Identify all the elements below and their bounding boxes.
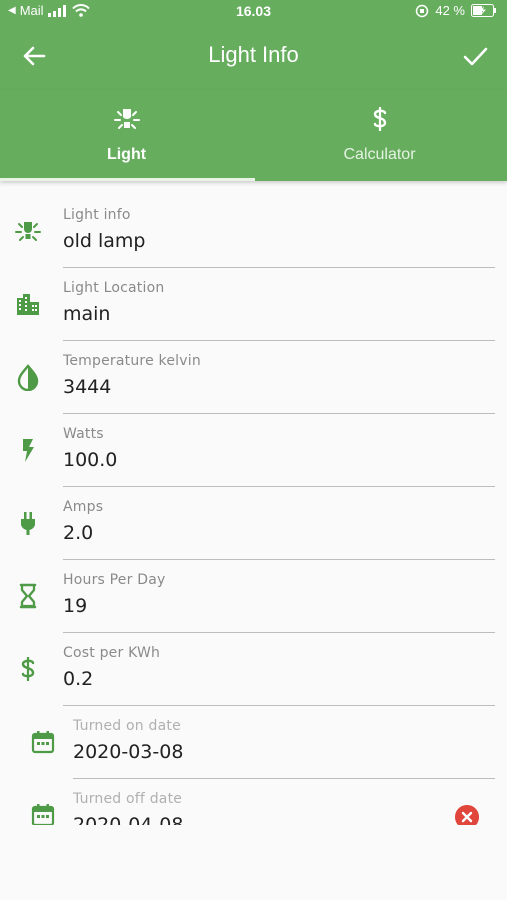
contrast-icon — [17, 364, 39, 391]
battery-icon — [471, 4, 496, 17]
plug-icon — [21, 512, 35, 535]
flash-icon — [23, 439, 34, 462]
light-form: Light info old lamp Light Location main … — [0, 195, 507, 825]
light-info-field[interactable]: Light info old lamp — [0, 195, 507, 268]
dollar-icon — [373, 107, 386, 131]
light-info-value[interactable]: old lamp — [63, 230, 146, 252]
status-bar: ◀ Mail 16.03 42 % — [0, 0, 507, 22]
light-location-label: Light Location — [63, 280, 165, 296]
cost-per-kwh-label: Cost per KWh — [63, 645, 161, 661]
tab-calculator-label: Calculator — [343, 146, 416, 163]
turned-off-date-field[interactable]: Turned off date 2020-04-08 — [0, 779, 507, 825]
save-check-icon[interactable] — [459, 40, 491, 72]
tab-light[interactable]: Light — [0, 90, 253, 181]
cost-per-kwh-value[interactable]: 0.2 — [63, 668, 93, 690]
turned-off-date-label: Turned off date — [73, 791, 183, 807]
app-bar: Light Info — [0, 22, 507, 90]
hourglass-icon — [19, 583, 37, 609]
turned-on-date-value[interactable]: 2020-03-08 — [73, 741, 183, 763]
temperature-value[interactable]: 3444 — [63, 376, 111, 398]
tab-bar: Light Calculator — [0, 90, 507, 181]
tab-calculator[interactable]: Calculator — [253, 90, 506, 181]
light-location-field[interactable]: Light Location main — [0, 268, 507, 341]
watts-label: Watts — [63, 426, 104, 442]
calendar-icon — [31, 804, 55, 825]
turned-off-date-value[interactable]: 2020-04-08 — [73, 814, 183, 825]
amps-field[interactable]: Amps 2.0 — [0, 487, 507, 560]
lightbulb-icon — [113, 109, 140, 129]
amps-value[interactable]: 2.0 — [63, 522, 93, 544]
active-tab-indicator — [0, 178, 255, 181]
lightbulb-icon — [15, 222, 41, 241]
light-info-label: Light info — [63, 207, 131, 223]
watts-value[interactable]: 100.0 — [63, 449, 117, 471]
watts-field[interactable]: Watts 100.0 — [0, 414, 507, 487]
page-title: Light Info — [208, 42, 299, 67]
hours-per-day-value[interactable]: 19 — [63, 595, 87, 617]
orientation-lock-icon — [416, 4, 429, 17]
hours-per-day-label: Hours Per Day — [63, 572, 166, 588]
amps-label: Amps — [63, 499, 104, 515]
light-location-value[interactable]: main — [63, 303, 110, 325]
clear-date-icon[interactable] — [455, 805, 479, 825]
hours-per-day-field[interactable]: Hours Per Day 19 — [0, 560, 507, 633]
status-right: 42 % — [415, 3, 497, 18]
temperature-label: Temperature kelvin — [63, 353, 201, 369]
turned-on-date-field[interactable]: Turned on date 2020-03-08 — [0, 706, 507, 779]
building-icon — [17, 294, 39, 315]
tab-light-label: Light — [106, 146, 147, 163]
battery-percent: 42 % — [435, 3, 465, 18]
temperature-field[interactable]: Temperature kelvin 3444 — [0, 341, 507, 414]
dollar-icon — [21, 657, 35, 681]
calendar-icon — [31, 731, 55, 754]
cost-per-kwh-field[interactable]: Cost per KWh 0.2 — [0, 633, 507, 706]
turned-on-date-label: Turned on date — [73, 718, 181, 734]
